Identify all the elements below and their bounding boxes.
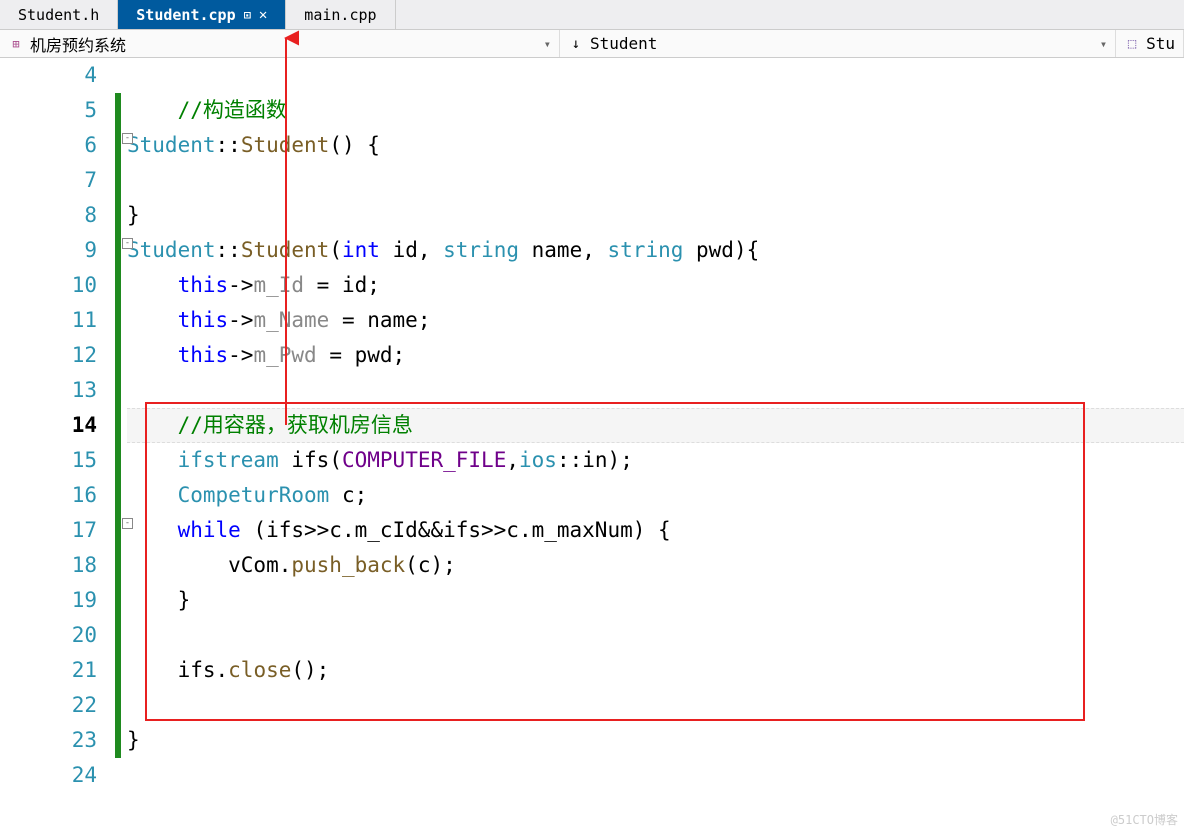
code-line[interactable] — [127, 758, 1184, 793]
fold-toggle[interactable]: - — [122, 518, 133, 529]
code-line[interactable]: this->m_Name = name; — [127, 303, 1184, 338]
tab-bar: Student.h Student.cpp ⊡ ✕ main.cpp — [0, 0, 1184, 30]
tab-student-cpp[interactable]: Student.cpp ⊡ ✕ — [118, 0, 286, 29]
line-number: 21 — [0, 653, 97, 688]
line-number: 7 — [0, 163, 97, 198]
change-indicator — [115, 408, 121, 443]
member-icon: ↓ — [568, 36, 584, 52]
code-line[interactable]: ifs.close(); — [127, 653, 1184, 688]
code-line[interactable] — [127, 688, 1184, 723]
change-indicator — [115, 548, 121, 583]
member-dropdown[interactable]: ↓ Student ▾ — [560, 30, 1116, 57]
code-line[interactable]: this->m_Id = id; — [127, 268, 1184, 303]
change-indicator — [115, 653, 121, 688]
change-indicator — [115, 443, 121, 478]
code-line[interactable]: vCom.push_back(c); — [127, 548, 1184, 583]
line-number: 13 — [0, 373, 97, 408]
change-indicator — [115, 688, 121, 723]
navigation-bar: ⊞ 机房预约系统 ▾ ↓ Student ▾ ⬚ Stu — [0, 30, 1184, 58]
line-number: 5 — [0, 93, 97, 128]
chevron-down-icon: ▾ — [544, 37, 551, 51]
code-line[interactable]: CompeturRoom c; — [127, 478, 1184, 513]
change-indicator — [115, 163, 121, 198]
code-line[interactable] — [127, 373, 1184, 408]
code-line[interactable]: //构造函数 — [127, 93, 1184, 128]
change-indicator — [115, 338, 121, 373]
line-number: 14 — [0, 408, 97, 443]
code-line[interactable]: ifstream ifs(COMPUTER_FILE,ios::in); — [127, 443, 1184, 478]
code-line[interactable]: } — [127, 583, 1184, 618]
line-number: 8 — [0, 198, 97, 233]
line-number: 15 — [0, 443, 97, 478]
line-number: 11 — [0, 303, 97, 338]
change-indicator — [115, 233, 121, 268]
cube-icon: ⬚ — [1124, 36, 1140, 52]
line-number: 6 — [0, 128, 97, 163]
chevron-down-icon: ▾ — [1100, 37, 1107, 51]
close-icon[interactable]: ✕ — [259, 7, 267, 23]
code-line[interactable]: -Student::Student() { — [127, 128, 1184, 163]
scope-icon: ⊞ — [8, 36, 24, 52]
code-area[interactable]: //构造函数-Student::Student() {}-Student::St… — [115, 58, 1184, 834]
code-line[interactable]: } — [127, 723, 1184, 758]
change-indicator — [115, 513, 121, 548]
line-gutter: 456789101112131415161718192021222324 — [0, 58, 115, 834]
line-number: 24 — [0, 758, 97, 793]
watermark: @51CTO博客 — [1111, 811, 1178, 828]
code-line[interactable]: //用容器，获取机房信息 — [127, 408, 1184, 443]
right-dropdown[interactable]: ⬚ Stu — [1116, 30, 1184, 57]
right-label: Stu — [1146, 34, 1175, 53]
change-indicator — [115, 128, 121, 163]
line-number: 4 — [0, 58, 97, 93]
code-editor[interactable]: 456789101112131415161718192021222324 //构… — [0, 58, 1184, 834]
line-number: 19 — [0, 583, 97, 618]
change-indicator — [115, 373, 121, 408]
change-indicator — [115, 618, 121, 653]
line-number: 18 — [0, 548, 97, 583]
line-number: 23 — [0, 723, 97, 758]
code-line[interactable] — [127, 618, 1184, 653]
change-indicator — [115, 303, 121, 338]
line-number: 10 — [0, 268, 97, 303]
line-number: 22 — [0, 688, 97, 723]
code-line[interactable]: } — [127, 198, 1184, 233]
line-number: 12 — [0, 338, 97, 373]
scope-dropdown[interactable]: ⊞ 机房预约系统 ▾ — [0, 30, 560, 57]
line-number: 17 — [0, 513, 97, 548]
change-indicator — [115, 93, 121, 128]
change-indicator — [115, 723, 121, 758]
code-line[interactable]: this->m_Pwd = pwd; — [127, 338, 1184, 373]
code-line[interactable]: - while (ifs>>c.m_cId&&ifs>>c.m_maxNum) … — [127, 513, 1184, 548]
member-label: Student — [590, 34, 657, 53]
pin-icon[interactable]: ⊡ — [244, 8, 251, 22]
fold-toggle[interactable]: - — [122, 238, 133, 249]
change-indicator — [115, 198, 121, 233]
code-line[interactable] — [127, 58, 1184, 93]
code-line[interactable]: -Student::Student(int id, string name, s… — [127, 233, 1184, 268]
change-indicator — [115, 268, 121, 303]
tab-main-cpp[interactable]: main.cpp — [286, 0, 395, 29]
code-line[interactable] — [127, 163, 1184, 198]
tab-student-h[interactable]: Student.h — [0, 0, 118, 29]
fold-toggle[interactable]: - — [122, 133, 133, 144]
change-indicator — [115, 478, 121, 513]
change-indicator — [115, 583, 121, 618]
line-number: 9 — [0, 233, 97, 268]
line-number: 20 — [0, 618, 97, 653]
scope-label: 机房预约系统 — [30, 32, 126, 56]
line-number: 16 — [0, 478, 97, 513]
